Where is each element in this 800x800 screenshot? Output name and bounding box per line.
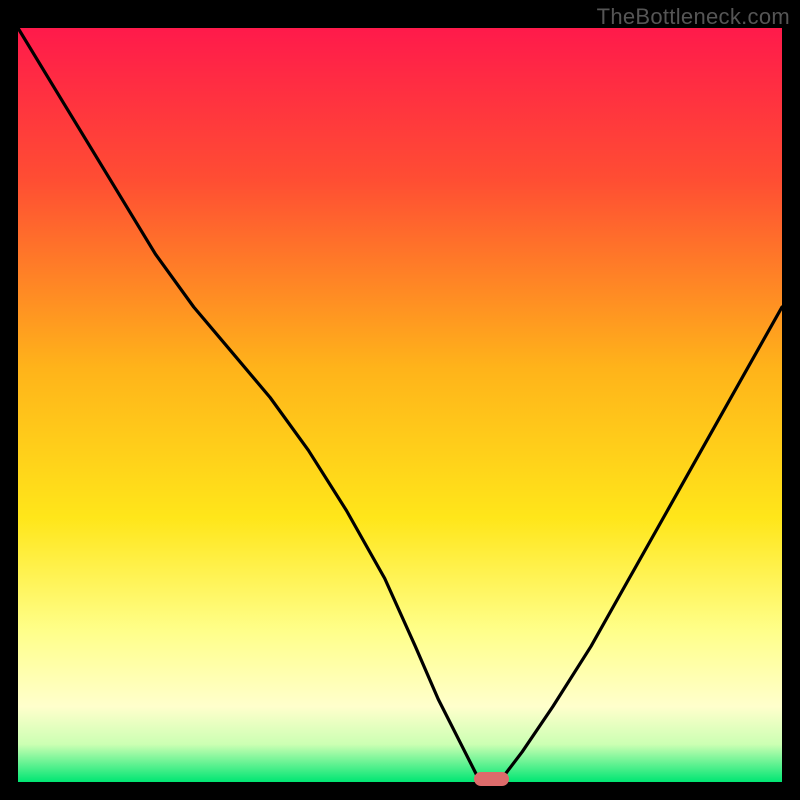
watermark-text: TheBottleneck.com — [597, 4, 790, 30]
gradient-background — [18, 28, 782, 782]
plot-frame — [18, 28, 782, 782]
optimal-point-marker — [474, 772, 508, 786]
bottleneck-chart — [18, 28, 782, 782]
